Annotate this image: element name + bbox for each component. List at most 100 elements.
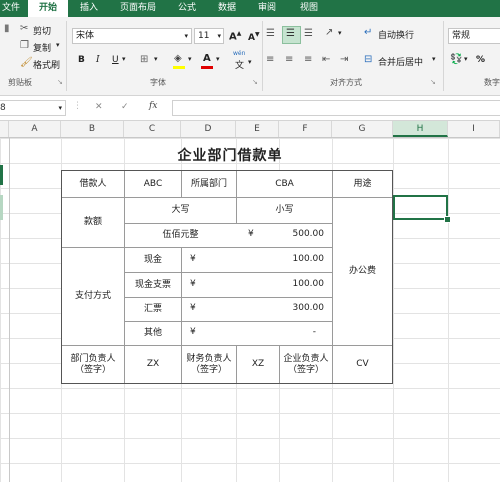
column-header-a[interactable]: A	[9, 121, 61, 137]
tab-data[interactable]: 数据	[218, 0, 236, 17]
borrower-value: ABC	[143, 178, 163, 189]
cut-button[interactable]: 剪切	[33, 24, 51, 37]
tab-insert[interactable]: 插入	[80, 0, 98, 17]
font-size-select[interactable]: 11 ▾	[194, 28, 224, 44]
column-header-b[interactable]: B	[61, 121, 124, 137]
bold-button[interactable]: B	[78, 55, 85, 65]
amount-lower-value: 500.00	[292, 229, 325, 239]
underline-button[interactable]: U	[112, 55, 119, 65]
phonetic-dropdown-icon[interactable]: ▾	[248, 58, 252, 66]
align-middle-button[interactable]: ☰	[282, 26, 301, 44]
accounting-format-icon[interactable]: 💱	[450, 54, 462, 66]
format-painter-button[interactable]: 格式刷	[33, 58, 60, 71]
ribbon: ▮ ✂ 剪切 ❐ 复制 ▾ 🖌 格式刷 剪贴板 ↘ 宋体 ▾ 11 ▾ A▲ A…	[0, 17, 500, 96]
department-value: CBA	[275, 178, 294, 189]
select-all-corner[interactable]	[0, 121, 9, 137]
number-format-select[interactable]: 常规	[448, 28, 500, 44]
font-color-dropdown-icon[interactable]: ▾	[216, 55, 220, 63]
loan-form-table: 借款人 ABC 所属部门 CBA 用途 款额 大写 小写 伍佰元整 ¥ 500.…	[61, 170, 393, 384]
wrap-text-button[interactable]: 自动换行	[378, 28, 414, 41]
cancel-icon[interactable]: ✕	[95, 102, 103, 112]
payment-item-value: 300.00	[292, 303, 325, 313]
chevron-down-icon: ▾	[217, 32, 221, 40]
align-bottom-icon[interactable]: ☰	[304, 28, 313, 40]
border-dropdown-icon[interactable]: ▾	[154, 55, 158, 63]
copy-icon: ❐	[20, 40, 29, 51]
align-left-icon[interactable]: ≡	[266, 54, 274, 66]
payment-item-name: 现金	[143, 254, 162, 265]
formula-bar: 8 ▾ ⋮ ✕ ✓ fx	[0, 96, 500, 121]
column-header-i[interactable]: I	[448, 121, 500, 137]
orientation-dropdown-icon[interactable]: ▾	[338, 29, 342, 37]
increase-indent-icon[interactable]: ⇥	[340, 54, 348, 66]
tab-formulas[interactable]: 公式	[178, 0, 196, 17]
purpose-label: 用途	[353, 178, 372, 189]
payment-item-name: 汇票	[143, 304, 162, 314]
tab-home[interactable]: 开始	[28, 0, 68, 17]
wrap-text-icon: ↵	[364, 27, 373, 38]
copy-dropdown-icon[interactable]: ▾	[56, 41, 60, 49]
name-box-value: 8	[0, 103, 6, 113]
grow-font-button[interactable]: A▲	[229, 30, 241, 42]
enter-icon[interactable]: ✓	[121, 102, 129, 112]
align-top-icon[interactable]: ☰	[266, 28, 275, 40]
font-launcher-icon[interactable]: ↘	[252, 78, 258, 86]
fill-color-icon[interactable]: ◈	[174, 53, 182, 65]
copy-button[interactable]: 复制	[33, 41, 51, 54]
column-header-g[interactable]: G	[332, 121, 393, 137]
align-middle-icon: ☰	[286, 28, 295, 39]
align-right-icon[interactable]: ≡	[304, 54, 312, 66]
payment-item-value: -	[312, 327, 316, 337]
merge-center-button[interactable]: 合并后居中	[378, 55, 423, 68]
payment-item-currency: ¥	[190, 254, 196, 264]
percent-style-icon[interactable]: %	[476, 55, 485, 65]
tab-review[interactable]: 审阅	[258, 0, 276, 17]
decrease-indent-icon[interactable]: ⇤	[322, 54, 330, 66]
paste-icon[interactable]: ▮	[4, 23, 10, 35]
fill-handle[interactable]	[444, 216, 451, 223]
payment-item-currency: ¥	[190, 279, 196, 289]
tab-view[interactable]: 视图	[300, 0, 318, 17]
phonetic-guide-icon[interactable]: wén	[233, 50, 245, 57]
font-color-icon[interactable]: A	[203, 53, 211, 64]
shrink-font-icon: A	[248, 33, 255, 43]
font-name-select[interactable]: 宋体 ▾	[72, 28, 192, 44]
finance-head-label: 财务负责人（签字）	[186, 353, 232, 375]
column-header-e[interactable]: E	[236, 121, 279, 137]
border-icon[interactable]: ⊞	[140, 54, 148, 66]
payment-item-name: 现金支票	[134, 279, 171, 290]
underline-dropdown-icon[interactable]: ▾	[122, 55, 126, 63]
column-header-f[interactable]: F	[279, 121, 332, 137]
fill-color-dropdown-icon[interactable]: ▾	[188, 55, 192, 63]
accounting-dropdown-icon[interactable]: ▾	[464, 55, 468, 63]
selected-row-header[interactable]	[0, 195, 3, 220]
font-name-value: 宋体	[76, 31, 95, 41]
tab-file[interactable]: 文件	[0, 0, 24, 17]
column-header-row: A B C D E F G H I	[0, 121, 500, 138]
align-center-icon[interactable]: ≡	[285, 54, 293, 66]
clipboard-launcher-icon[interactable]: ↘	[57, 78, 63, 86]
italic-button[interactable]: I	[96, 55, 100, 65]
fill-color-swatch	[173, 66, 185, 69]
purpose-value: 办公费	[348, 266, 376, 276]
font-size-value: 11	[198, 31, 210, 41]
amount-upper-label: 大写	[171, 205, 190, 215]
formula-input[interactable]	[172, 100, 500, 116]
alignment-launcher-icon[interactable]: ↘	[430, 78, 436, 86]
finance-head-value: XZ	[251, 359, 265, 369]
name-box[interactable]: 8 ▾	[0, 100, 66, 116]
payment-method-label: 支付方式	[74, 291, 111, 301]
insert-function-icon[interactable]: fx	[149, 101, 157, 111]
column-header-c[interactable]: C	[124, 121, 181, 137]
number-format-value: 常规	[452, 31, 471, 41]
payment-item-name: 其他	[143, 328, 162, 338]
shrink-font-button[interactable]: A▼	[248, 31, 260, 43]
active-cell-selection[interactable]	[393, 195, 448, 220]
tab-page-layout[interactable]: 页面布局	[120, 0, 156, 17]
amount-upper-value: 伍佰元整	[162, 230, 199, 240]
column-header-h[interactable]: H	[393, 121, 448, 137]
dept-head-label: 部门负责人（签字）	[70, 353, 116, 375]
column-header-d[interactable]: D	[181, 121, 236, 137]
merge-dropdown-icon[interactable]: ▾	[432, 55, 436, 63]
orientation-icon[interactable]: ↗	[325, 27, 333, 39]
